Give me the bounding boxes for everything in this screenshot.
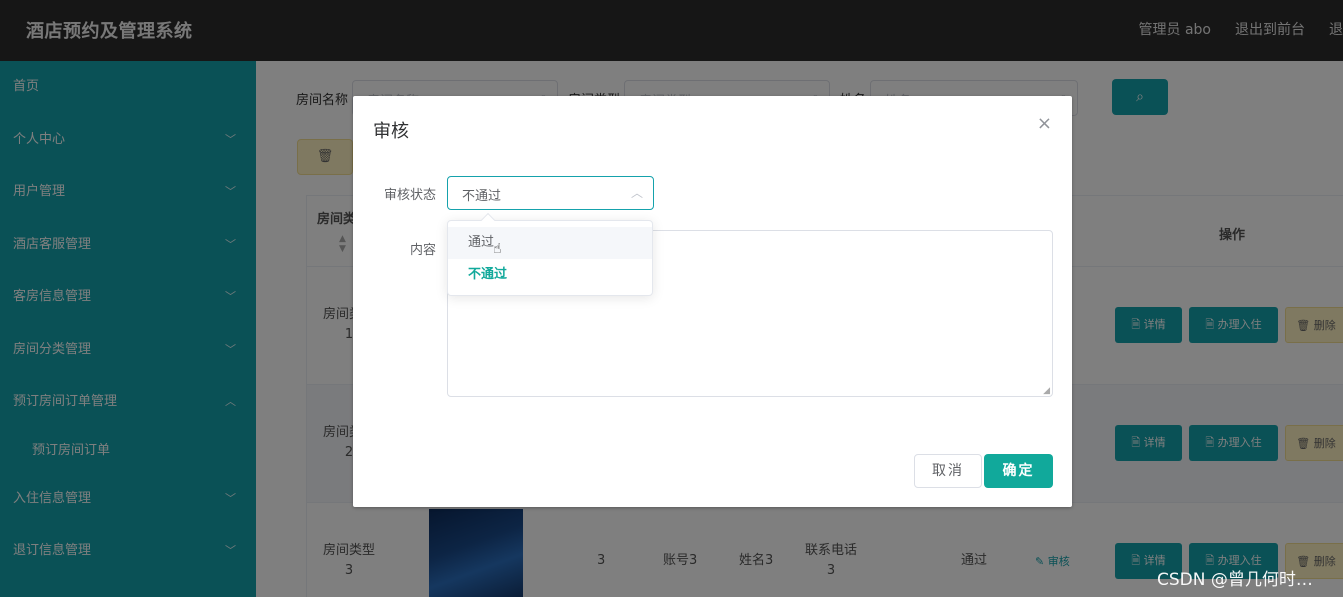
status-dropdown: 通过 ☝ 不通过 <box>447 212 653 296</box>
option-reject[interactable]: 不通过 <box>448 259 652 291</box>
status-label: 审核状态 <box>383 188 436 203</box>
content-label: 内容 <box>409 243 436 258</box>
audit-dialog: 审核 × 审核状态 不通过 ︿ 内容 ◢ 取消 确定 <box>353 96 1072 507</box>
chevron-up-icon: ︿ <box>630 186 643 200</box>
confirm-button[interactable]: 确定 <box>984 454 1053 488</box>
cancel-button[interactable]: 取消 <box>914 454 982 488</box>
option-label: 通过 <box>468 235 495 250</box>
resize-grip-icon[interactable]: ◢ <box>1043 386 1050 396</box>
dialog-title: 审核 <box>373 121 409 142</box>
option-pass[interactable]: 通过 ☝ <box>448 227 652 259</box>
status-select-value: 不通过 <box>462 189 502 204</box>
watermark: CSDN @曾几何时… <box>1157 570 1313 590</box>
close-icon[interactable]: × <box>1037 113 1052 134</box>
status-select[interactable]: 不通过 ︿ <box>447 176 654 210</box>
